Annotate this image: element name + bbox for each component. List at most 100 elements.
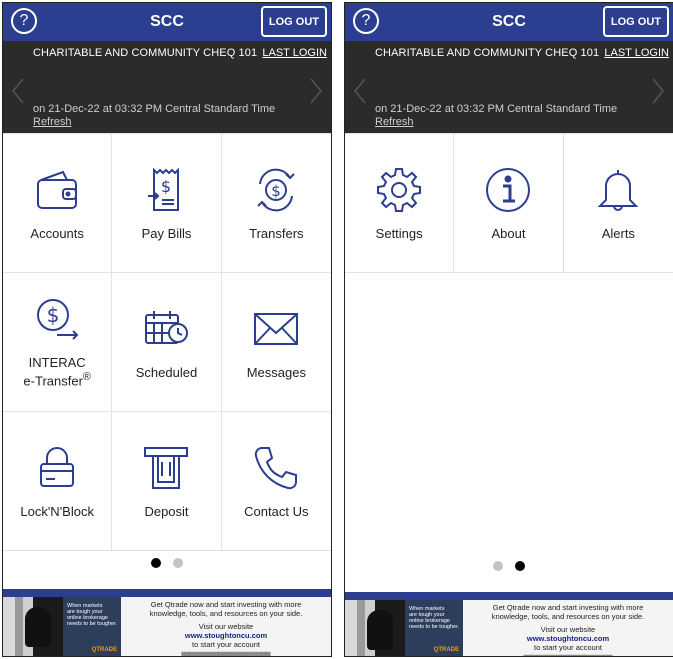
help-button[interactable]: ? bbox=[11, 8, 37, 34]
tile-label: Transfers bbox=[249, 225, 304, 241]
qtrade-ad[interactable]: When markets are tough your online brokera… bbox=[345, 600, 673, 656]
ad-line: Get Qtrade now and start investing with … bbox=[150, 600, 302, 609]
phone-icon bbox=[255, 446, 298, 489]
qtrade-logo: QTRADE bbox=[91, 647, 117, 653]
svg-text:$: $ bbox=[161, 177, 171, 196]
tile-scheduled[interactable]: Scheduled bbox=[112, 273, 222, 412]
gear-icon bbox=[377, 167, 422, 212]
ad-photo: When markets are tough your online brokera… bbox=[3, 597, 121, 656]
tile-transfers[interactable]: $ Transfers bbox=[221, 134, 331, 273]
ad-line: Visit our website bbox=[540, 625, 596, 634]
ad-fine-print: ████████████████████████████████████████… bbox=[181, 652, 271, 656]
last-login-time: on 21-Dec-22 at 03:32 PM Central Standar… bbox=[375, 103, 618, 115]
tile-label: Messages bbox=[246, 364, 306, 380]
tile-pay-bills[interactable]: $ Pay Bills bbox=[112, 134, 222, 273]
ad-line: Visit our website bbox=[198, 622, 254, 631]
tile-label: Accounts bbox=[30, 225, 84, 241]
calendar-clock-icon bbox=[145, 310, 189, 344]
page-dot-1[interactable] bbox=[493, 561, 503, 571]
ad-line: to start your account bbox=[534, 643, 602, 652]
qtrade-ad[interactable]: When markets are tough your online brokera… bbox=[3, 597, 331, 656]
logout-button[interactable]: LOG OUT bbox=[260, 6, 327, 37]
app-title: SCC bbox=[150, 13, 184, 30]
ad-divider bbox=[345, 592, 673, 600]
tile-label-line2: e-Transfer bbox=[23, 373, 83, 389]
ad-url-link[interactable]: www.stoughtoncu.com bbox=[125, 631, 327, 640]
tile-settings[interactable]: Settings bbox=[345, 134, 455, 273]
ad-person-image bbox=[25, 607, 51, 647]
ad-line: knowledge, tools, and resources on your … bbox=[491, 612, 645, 621]
refresh-link[interactable]: Refresh bbox=[375, 116, 414, 128]
ad-text: Get Qtrade now and start investing with … bbox=[121, 597, 331, 656]
ad-line: knowledge, tools, and resources on your … bbox=[149, 609, 303, 618]
tile-label-line1: INTERAC bbox=[28, 355, 86, 371]
tile-deposit[interactable]: Deposit bbox=[112, 412, 222, 551]
svg-text:$: $ bbox=[47, 303, 60, 327]
ad-url-link[interactable]: www.stoughtoncu.com bbox=[467, 634, 669, 643]
ad-divider bbox=[3, 589, 331, 597]
app-title: SCC bbox=[492, 13, 526, 30]
account-name: CHARITABLE AND COMMUNITY CHEQ 101 bbox=[33, 47, 258, 59]
chevron-left-icon[interactable] bbox=[11, 77, 25, 105]
help-icon: ? bbox=[361, 12, 371, 29]
app-screen-page-1: ? SCC LOG OUT CHARITABLE AND COMMUNITY C… bbox=[2, 2, 332, 657]
tile-label: Contact Us bbox=[244, 503, 309, 519]
last-login-time: on 21-Dec-22 at 03:32 PM Central Standar… bbox=[33, 103, 276, 115]
ad-photo-text: When markets are tough your online brokera… bbox=[67, 603, 118, 627]
account-banner: CHARITABLE AND COMMUNITY CHEQ 101 LAST L… bbox=[3, 41, 331, 133]
menu-grid: Settings About Alerts bbox=[345, 133, 673, 273]
tile-interac[interactable]: $ INTERAC e-Transfer® bbox=[3, 273, 113, 412]
tile-label: Settings bbox=[375, 225, 423, 241]
envelope-icon bbox=[254, 312, 299, 345]
app-screen-page-2: ? SCC LOG OUT CHARITABLE AND COMMUNITY C… bbox=[344, 2, 673, 657]
help-icon: ? bbox=[19, 12, 29, 29]
tile-label: INTERAC e-Transfer® bbox=[23, 355, 90, 388]
refresh-link[interactable]: Refresh bbox=[33, 116, 72, 128]
qtrade-logo: QTRADE bbox=[433, 647, 459, 653]
tile-label: Deposit bbox=[144, 503, 189, 519]
last-login-link[interactable]: LAST LOGIN bbox=[604, 47, 669, 59]
atm-icon bbox=[144, 446, 189, 489]
account-banner: CHARITABLE AND COMMUNITY CHEQ 101 LAST L… bbox=[345, 41, 673, 133]
last-login-link[interactable]: LAST LOGIN bbox=[262, 47, 327, 59]
help-button[interactable]: ? bbox=[353, 8, 379, 34]
ad-line: to start your account bbox=[192, 640, 260, 649]
info-icon bbox=[486, 167, 531, 212]
ad-fine-print: ████████████████████████████████████████… bbox=[523, 655, 613, 657]
wallet-icon bbox=[37, 170, 78, 209]
top-bar: ? SCC LOG OUT bbox=[3, 3, 331, 41]
tile-messages[interactable]: Messages bbox=[221, 273, 331, 412]
tile-about[interactable]: About bbox=[454, 134, 564, 273]
menu-grid: Accounts $ Pay Bills $ Transfers $ INTER… bbox=[3, 133, 331, 551]
lock-card-icon bbox=[40, 446, 75, 487]
tile-contact-us[interactable]: Contact Us bbox=[221, 412, 331, 551]
tile-accounts[interactable]: Accounts bbox=[3, 134, 113, 273]
transfer-icon: $ bbox=[257, 168, 296, 211]
page-dot-2[interactable] bbox=[515, 561, 525, 571]
account-name: CHARITABLE AND COMMUNITY CHEQ 101 bbox=[375, 47, 600, 59]
page-dot-2[interactable] bbox=[173, 558, 183, 568]
logout-button[interactable]: LOG OUT bbox=[602, 6, 669, 37]
tile-label: About bbox=[491, 225, 526, 241]
tile-label: Pay Bills bbox=[141, 225, 192, 241]
ad-person-image bbox=[367, 610, 393, 650]
tile-alerts[interactable]: Alerts bbox=[563, 134, 673, 273]
ad-text: Get Qtrade now and start investing with … bbox=[463, 600, 673, 656]
ad-photo-text: When markets are tough your online brokera… bbox=[409, 606, 460, 630]
bell-icon bbox=[597, 169, 639, 211]
svg-text:$: $ bbox=[272, 182, 282, 200]
page-indicator bbox=[345, 561, 673, 571]
ad-photo: When markets are tough your online brokera… bbox=[345, 600, 463, 656]
tile-label: Alerts bbox=[601, 225, 635, 241]
chevron-right-icon[interactable] bbox=[651, 77, 665, 105]
page-indicator bbox=[3, 558, 331, 568]
registered-mark: ® bbox=[82, 371, 91, 384]
ad-line: Get Qtrade now and start investing with … bbox=[492, 603, 644, 612]
interac-icon: $ bbox=[37, 299, 79, 341]
tile-label: Scheduled bbox=[135, 364, 198, 380]
page-dot-1[interactable] bbox=[151, 558, 161, 568]
chevron-left-icon[interactable] bbox=[353, 77, 367, 105]
tile-lock-n-block[interactable]: Lock'N'Block bbox=[3, 412, 113, 551]
chevron-right-icon[interactable] bbox=[309, 77, 323, 105]
tile-label: Lock'N'Block bbox=[20, 503, 94, 519]
